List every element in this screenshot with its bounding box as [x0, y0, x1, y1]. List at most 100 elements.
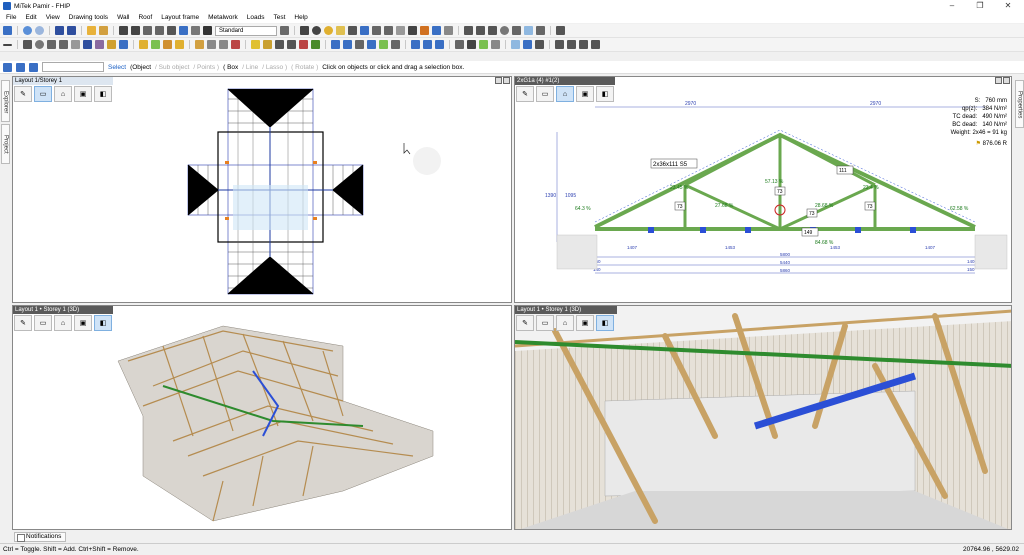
pencil-icon[interactable]	[99, 26, 108, 35]
menu-view[interactable]: View	[46, 14, 60, 21]
snap-icon[interactable]	[524, 26, 533, 35]
select-mode-points[interactable]: / Points )	[193, 64, 219, 71]
measure-icon[interactable]	[464, 26, 473, 35]
menu-metalwork[interactable]: Metalwork	[208, 14, 238, 21]
menu-roof[interactable]: Roof	[138, 14, 152, 21]
circle-icon[interactable]	[324, 26, 333, 35]
chart-mode-icon[interactable]	[29, 62, 38, 72]
offset-icon[interactable]	[432, 26, 441, 35]
dimension-view-icon[interactable]	[511, 40, 520, 49]
select-sub-icon[interactable]	[131, 26, 140, 35]
project-tab[interactable]: Project	[1, 124, 10, 164]
load-icon[interactable]	[379, 40, 388, 49]
close-button[interactable]: ✕	[994, 0, 1022, 12]
menu-help[interactable]: Help	[294, 14, 307, 21]
arrow-right-icon[interactable]	[67, 26, 76, 35]
table-icon[interactable]	[536, 26, 545, 35]
view-plan-icon[interactable]: ▭	[536, 315, 554, 331]
layer-icon[interactable]	[179, 26, 188, 35]
export-icon[interactable]	[591, 40, 600, 49]
view-pen-icon[interactable]: ✎	[516, 315, 534, 331]
column-icon[interactable]	[71, 40, 80, 49]
select-mode-sub-object[interactable]: / Sub object	[155, 64, 189, 71]
rectangle-icon[interactable]	[336, 26, 345, 35]
copy-icon[interactable]	[408, 26, 417, 35]
line-icon[interactable]	[300, 26, 309, 35]
link-icon[interactable]	[83, 40, 92, 49]
zoom-icon[interactable]	[143, 26, 152, 35]
select-mode-object[interactable]: (Object	[130, 64, 151, 71]
roof-plane-icon[interactable]	[107, 40, 116, 49]
beam-icon[interactable]	[95, 40, 104, 49]
explorer-tab[interactable]: Explorer	[1, 80, 10, 122]
edit-mode-icon[interactable]	[3, 62, 12, 72]
plate-icon[interactable]	[423, 40, 432, 49]
menu-loads[interactable]: Loads	[247, 14, 265, 21]
undo-icon[interactable]	[23, 26, 32, 35]
print-icon[interactable]	[87, 26, 96, 35]
arc-icon[interactable]	[312, 26, 321, 35]
arrow-left-icon[interactable]	[55, 26, 64, 35]
select-icon[interactable]	[119, 26, 128, 35]
design-icon[interactable]	[331, 40, 340, 49]
curve-icon[interactable]	[23, 40, 32, 49]
check-icon[interactable]	[479, 40, 488, 49]
menu-layout-frame[interactable]: Layout frame	[161, 14, 199, 21]
layout-icon[interactable]	[556, 26, 565, 35]
girder-icon[interactable]	[151, 40, 160, 49]
view-elevation-icon[interactable]: ⌂	[556, 315, 574, 331]
grid-snap-icon[interactable]	[444, 26, 453, 35]
style-dropdown[interactable]: Standard	[215, 25, 277, 36]
lintel-icon[interactable]	[195, 40, 204, 49]
hatch-icon[interactable]	[512, 26, 521, 35]
menu-test[interactable]: Test	[273, 14, 285, 21]
remove-icon[interactable]	[299, 40, 308, 49]
trim-icon[interactable]	[384, 26, 393, 35]
menu-file[interactable]: File	[6, 14, 16, 21]
select-mode-rotate[interactable]: ( Rotate )	[291, 64, 318, 71]
view-3d-icon[interactable]: ▣	[576, 315, 594, 331]
ceiling-icon[interactable]	[263, 40, 272, 49]
minimize-button[interactable]: –	[938, 0, 966, 12]
camera-icon[interactable]	[203, 26, 212, 35]
hip-icon[interactable]	[163, 40, 172, 49]
grid-icon[interactable]	[455, 40, 464, 49]
panel-icon[interactable]	[251, 40, 260, 49]
cancel-circle-icon[interactable]	[35, 40, 44, 49]
menu-wall[interactable]: Wall	[117, 14, 129, 21]
mail-icon[interactable]	[348, 26, 357, 35]
node-mode-icon[interactable]	[16, 62, 25, 72]
view-section-icon[interactable]: ◧	[596, 315, 614, 331]
select-mode-line[interactable]: / Line	[242, 64, 258, 71]
paint-icon[interactable]	[280, 26, 289, 35]
valley-icon[interactable]	[175, 40, 184, 49]
stats-icon[interactable]	[555, 40, 564, 49]
select-mode-lasso[interactable]: / Lasso )	[262, 64, 287, 71]
eraser-icon[interactable]	[396, 26, 405, 35]
rotate-view-icon[interactable]	[367, 40, 376, 49]
select-mode-box[interactable]: ( Box	[223, 64, 238, 71]
cross-icon[interactable]	[420, 26, 429, 35]
view-icon[interactable]	[167, 26, 176, 35]
plan-viewport[interactable]: Layout 1/Storey 1 ✎ ▭ ⌂ ▣ ◧	[12, 76, 512, 303]
report-icon[interactable]	[391, 40, 400, 49]
text-icon[interactable]	[360, 26, 369, 35]
connector-icon[interactable]	[411, 40, 420, 49]
frame-icon[interactable]	[491, 40, 500, 49]
bracing-icon[interactable]	[119, 40, 128, 49]
maximize-button[interactable]: ❐	[966, 0, 994, 12]
verge-icon[interactable]	[311, 40, 320, 49]
truss-icon[interactable]	[139, 40, 148, 49]
house-icon[interactable]	[275, 40, 284, 49]
move-icon[interactable]	[191, 26, 200, 35]
menu-edit[interactable]: Edit	[25, 14, 36, 21]
save-icon[interactable]	[3, 26, 12, 35]
pan-icon[interactable]	[155, 26, 164, 35]
opening-icon[interactable]	[231, 40, 240, 49]
truss-viewport[interactable]: 2xG1a (4) #1(2) ✎ ▭ ⌂ ▣ ◧ 2970 2970 1390…	[514, 76, 1012, 303]
hanger-icon[interactable]	[435, 40, 444, 49]
door-tool-icon[interactable]	[219, 40, 228, 49]
properties-tab[interactable]: Properties	[1015, 80, 1024, 128]
rect-tool-icon[interactable]	[59, 40, 68, 49]
filter-dropdown[interactable]	[42, 62, 104, 72]
